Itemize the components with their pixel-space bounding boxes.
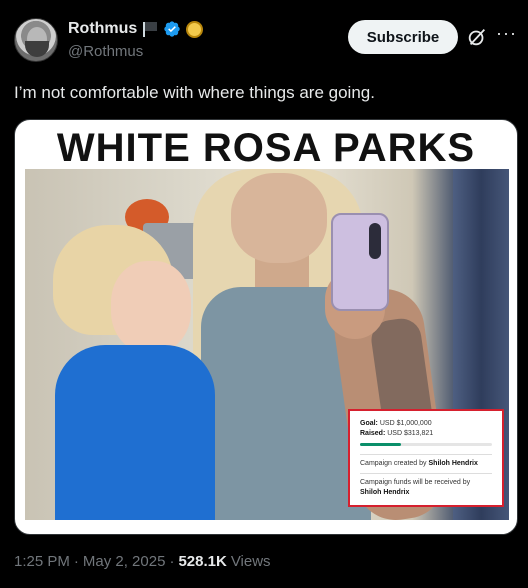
campaign-received-by: Campaign funds will be received by Shilo…	[360, 479, 471, 496]
post-meta: 1:25 PM · May 2, 2025 · 528.1K Views	[14, 553, 271, 570]
campaign-progress-fill	[360, 443, 402, 446]
post-time[interactable]: 1:25 PM	[14, 553, 70, 570]
meta-separator: ·	[73, 553, 79, 570]
display-name[interactable]: Rothmus	[68, 20, 137, 38]
media-photo[interactable]: Goal: USD $1,000,000 Raised: USD $313,82…	[25, 169, 509, 520]
campaign-goal: Goal: USD $1,000,000	[360, 420, 432, 427]
affiliate-badge-icon	[186, 20, 204, 38]
verified-icon	[164, 21, 181, 37]
handle[interactable]: @Rothmus	[68, 43, 143, 60]
views-label: Views	[230, 553, 271, 570]
campaign-created-by: Campaign created by Shiloh Hendrix	[360, 460, 478, 467]
grok-icon[interactable]	[466, 26, 488, 48]
more-options-icon[interactable]: ···	[496, 24, 516, 48]
subscribe-button[interactable]: Subscribe	[348, 20, 458, 54]
post-media[interactable]: WHITE ROSA PARKS Goal: USD $1,000,000 Ra…	[14, 119, 518, 535]
campaign-raised: Raised: USD $313,821	[360, 430, 434, 437]
post-text: I’m not comfortable with where things ar…	[14, 83, 375, 102]
child-shirt	[55, 345, 215, 520]
campaign-card: Goal: USD $1,000,000 Raised: USD $313,82…	[348, 409, 504, 507]
child-face	[111, 261, 191, 353]
post-date[interactable]: May 2, 2025	[83, 553, 166, 570]
campaign-progress-bar	[360, 443, 492, 446]
meta-separator: ·	[169, 553, 175, 570]
avatar-beard	[25, 41, 49, 57]
avatar[interactable]	[14, 18, 58, 62]
flag-icon	[142, 21, 158, 37]
post-header: Rothmus @Rothmus Subscribe ···	[14, 16, 516, 66]
phone-image	[331, 213, 389, 311]
views-count[interactable]: 528.1K	[178, 553, 226, 570]
name-row: Rothmus	[68, 20, 204, 38]
media-headline: WHITE ROSA PARKS	[56, 126, 476, 170]
person-face	[231, 173, 327, 263]
